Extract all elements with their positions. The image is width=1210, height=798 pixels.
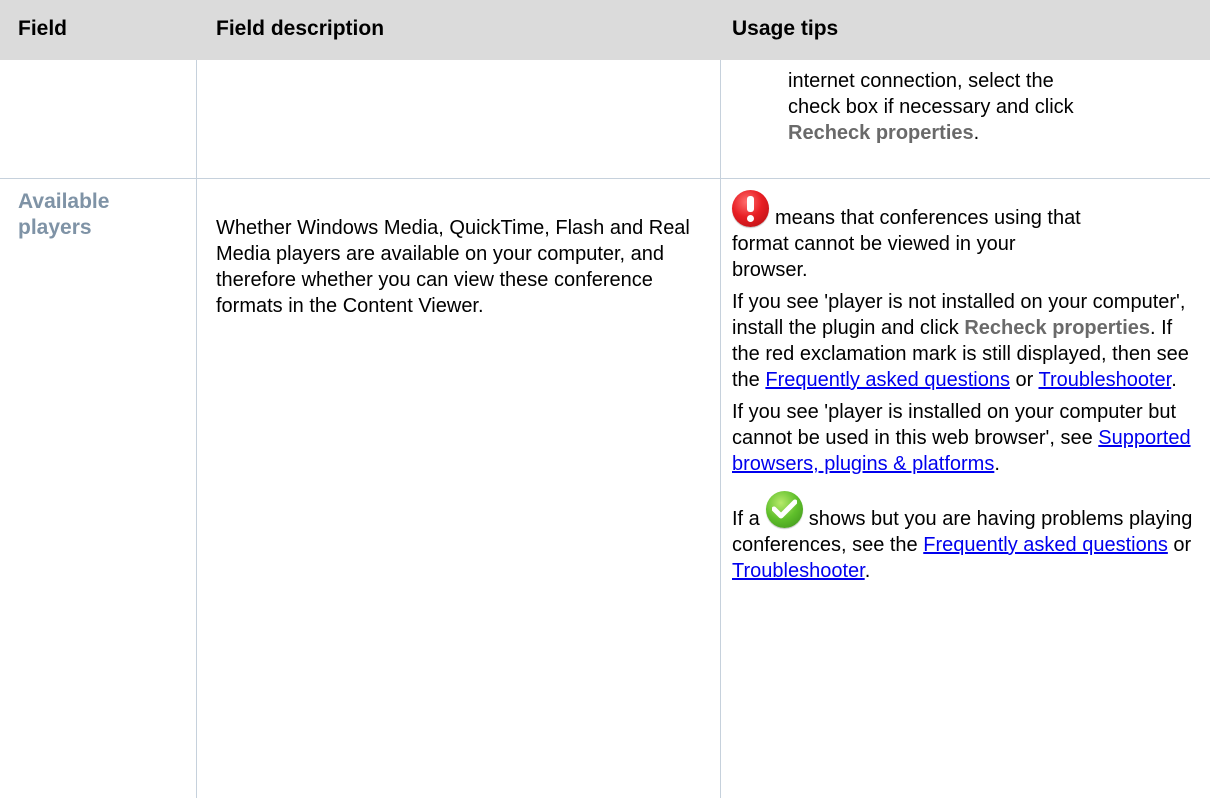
usage-tips: means that conferences using that format… xyxy=(732,190,1200,584)
header-usage-tips: Usage tips xyxy=(732,17,839,40)
column-divider-1 xyxy=(196,60,197,798)
faq-link[interactable]: Frequently asked questions xyxy=(765,369,1010,391)
green-check-icon xyxy=(765,491,803,528)
field-name-available-players: Available players xyxy=(18,190,110,239)
recheck-properties-label: Recheck properties xyxy=(964,317,1150,339)
recheck-properties-label: Recheck properties xyxy=(788,122,974,144)
tip-installed-unusable: If you see 'player is installed on your … xyxy=(732,401,1191,475)
red-exclamation-icon xyxy=(732,190,769,227)
faq-link[interactable]: Frequently asked questions xyxy=(923,534,1168,556)
header-field-description: Field description xyxy=(216,17,385,40)
tip-red-exclamation: means that conferences using that xyxy=(732,190,1200,231)
troubleshooter-link[interactable]: Troubleshooter xyxy=(1039,369,1172,391)
table-header: Field Field description Usage tips xyxy=(0,0,1210,60)
tip-green-check: If a shows but you are having problems pl… xyxy=(732,491,1200,584)
row-divider xyxy=(0,178,1210,179)
continued-tip: internet connection, select the check bo… xyxy=(788,70,1074,144)
field-description: Whether Windows Media, QuickTime, Flash … xyxy=(216,217,690,317)
column-divider-2 xyxy=(720,60,721,798)
tip-not-installed: If you see 'player is not installed on y… xyxy=(732,291,1189,391)
troubleshooter-link[interactable]: Troubleshooter xyxy=(732,560,865,582)
header-field: Field xyxy=(18,17,68,40)
